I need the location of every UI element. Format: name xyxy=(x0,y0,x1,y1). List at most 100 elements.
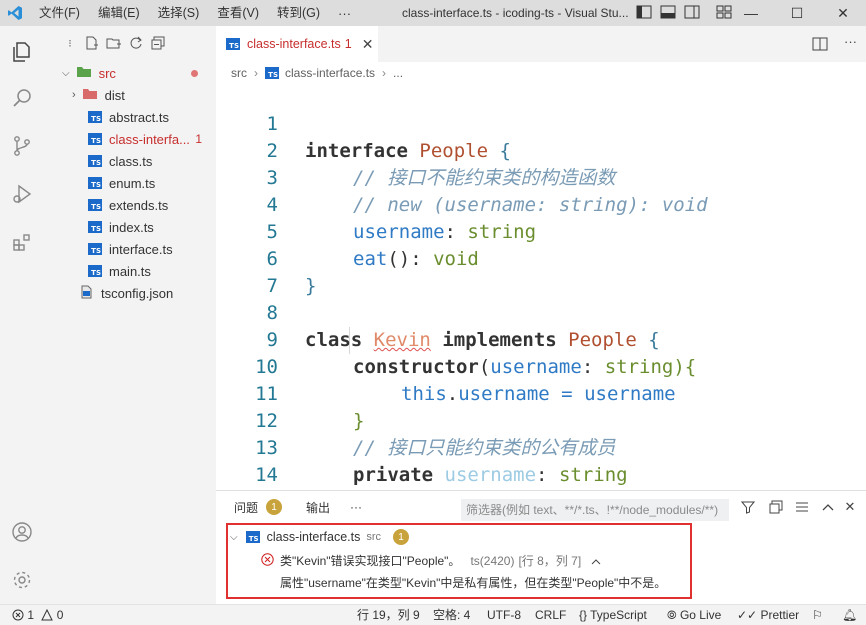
typescript-file-icon: TS xyxy=(88,111,102,123)
tree-label: src xyxy=(98,65,116,81)
menu-view[interactable]: 查看(V) xyxy=(208,0,268,26)
braces-icon: {} xyxy=(579,608,588,622)
maximize-button[interactable]: ☐ xyxy=(774,0,820,26)
extensions-icon[interactable] xyxy=(0,220,44,264)
code-line: 4 username: string xyxy=(216,165,866,243)
code-line: 14 eat() {} xyxy=(216,435,866,486)
code-line: 12 // 接口只能约束类的公有成员 xyxy=(216,381,866,459)
typescript-file-icon: TS xyxy=(88,133,102,145)
view-as-list-icon[interactable] xyxy=(794,499,810,515)
tree-label: main.ts xyxy=(109,263,151,279)
maximize-panel-icon[interactable] xyxy=(820,499,836,515)
search-icon[interactable] xyxy=(0,76,44,120)
source-control-icon[interactable] xyxy=(0,124,44,168)
breadcrumb-symbol[interactable]: ... xyxy=(393,66,403,80)
notifications-bell-icon[interactable]: 🔔︎ xyxy=(842,605,857,625)
code-line: 9 constructor(username: string){ xyxy=(216,300,866,378)
tab-class-interface[interactable]: TS class-interface.ts 1 ✕ xyxy=(216,26,378,62)
tree-label: enum.ts xyxy=(109,175,156,191)
tab-problems[interactable]: 问题 1 xyxy=(224,499,292,516)
new-file-icon[interactable] xyxy=(84,35,100,51)
feedback-icon[interactable]: ⚐ xyxy=(812,605,823,625)
typescript-file-icon: TS xyxy=(88,265,102,277)
menu-bar: 文件(F) 编辑(E) 选择(S) 查看(V) 转到(G) ··· xyxy=(30,0,360,26)
menu-edit[interactable]: 编辑(E) xyxy=(89,0,149,26)
menu-more-icon[interactable]: ··· xyxy=(329,6,360,21)
tree-file[interactable]: TS main.ts xyxy=(44,260,216,282)
end-of-line[interactable]: CRLF xyxy=(535,605,566,625)
refresh-icon[interactable] xyxy=(128,35,144,51)
code-line: 15 } xyxy=(216,462,866,489)
explorer-sidebar: ⁝ ⌵ src › dist TS abstract.ts TS class-i… xyxy=(44,26,216,604)
tree-file[interactable]: TS interface.ts xyxy=(44,238,216,260)
prettier-status[interactable]: ✓✓ Prettier xyxy=(737,605,799,625)
tree-file[interactable]: TS enum.ts xyxy=(44,172,216,194)
typescript-file-icon: TS xyxy=(245,531,260,543)
error-count: 1 xyxy=(195,132,202,146)
tree-file[interactable]: tsconfig.json xyxy=(44,282,216,304)
file-problem-count: 1 xyxy=(393,529,410,545)
code-line: 1 interface People { xyxy=(216,84,866,162)
tab-output[interactable]: 输出 xyxy=(296,499,340,516)
more-actions-icon[interactable]: ··· xyxy=(844,34,857,49)
tab-label: class-interface.ts xyxy=(247,37,341,51)
collapse-all-icon[interactable] xyxy=(150,35,166,51)
error-circle-icon xyxy=(261,552,274,569)
problem-file-row[interactable]: ⌵ TS class-interface.ts src 1 xyxy=(230,529,410,545)
collapse-all-icon[interactable] xyxy=(768,499,784,515)
problems-list-highlight: ⌵ TS class-interface.ts src 1 类"Kevin"错误… xyxy=(226,523,692,599)
breadcrumb-src[interactable]: src xyxy=(231,66,247,80)
go-live-button[interactable]: ⦾ Go Live xyxy=(667,605,721,625)
run-debug-icon[interactable] xyxy=(0,172,44,216)
language-mode[interactable]: {} TypeScript xyxy=(579,605,647,625)
problem-file-name: class-interface.ts xyxy=(266,530,361,544)
more-tabs-icon[interactable]: ··· xyxy=(340,500,372,514)
error-detail: 属性"username"在类型"Kevin"中是私有属性，但在类型"People… xyxy=(280,576,667,590)
indentation[interactable]: 空格: 4 xyxy=(433,605,470,625)
tree-file[interactable]: TS index.ts xyxy=(44,216,216,238)
bottom-panel: 问题 1 输出 ··· 筛选器(例如 text、**/*.ts、!**/node… xyxy=(216,490,866,604)
minimize-button[interactable]: — xyxy=(728,0,774,26)
close-tab-icon[interactable]: ✕ xyxy=(362,36,374,53)
tree-file-active[interactable]: TS class-interfa... 1 xyxy=(44,128,216,150)
code-line: 3 // new (username: string): void xyxy=(216,138,866,216)
code-editor[interactable]: 1 interface People { 2 // 接口不能约束类的构造函数 3… xyxy=(216,84,866,490)
tree-file[interactable]: TS abstract.ts xyxy=(44,106,216,128)
close-window-button[interactable]: ✕ xyxy=(820,0,866,26)
toggle-sidebar-icon[interactable] xyxy=(636,5,652,19)
code-line: 11 } xyxy=(216,354,866,432)
problems-filter-input[interactable]: 筛选器(例如 text、**/*.ts、!**/node_modules/**) xyxy=(461,499,729,521)
settings-gear-icon[interactable] xyxy=(0,558,44,602)
menu-selection[interactable]: 选择(S) xyxy=(149,0,209,26)
chevron-up-icon[interactable] xyxy=(591,554,601,568)
code-line: 2 // 接口不能约束类的构造函数 xyxy=(216,111,866,189)
explorer-icon[interactable] xyxy=(0,30,44,74)
layout-controls xyxy=(636,5,732,19)
encoding[interactable]: UTF-8 xyxy=(487,605,521,625)
tree-folder-dist[interactable]: › dist xyxy=(44,84,216,106)
collapse-chevron-icon[interactable]: ⁝ xyxy=(62,35,78,51)
toggle-secondary-sidebar-icon[interactable] xyxy=(684,5,700,19)
warning-count: 0 xyxy=(56,608,64,622)
tree-folder-src[interactable]: ⌵ src xyxy=(44,62,216,84)
typescript-file-icon: TS xyxy=(226,38,240,50)
toggle-panel-icon[interactable] xyxy=(660,5,676,19)
filter-funnel-icon[interactable] xyxy=(740,499,756,515)
explorer-toolbar: ⁝ xyxy=(44,26,216,60)
chevron-right-icon: › xyxy=(382,66,387,80)
breadcrumb-file[interactable]: class-interface.ts xyxy=(285,66,375,80)
menu-go[interactable]: 转到(G) xyxy=(268,0,329,26)
split-editor-icon[interactable] xyxy=(812,36,828,55)
problems-status[interactable]: 1 0 xyxy=(12,605,63,625)
cursor-position[interactable]: 行 19，列 9 xyxy=(357,605,420,625)
chevron-down-icon: ⌵ xyxy=(230,531,238,543)
tree-file[interactable]: TS extends.ts xyxy=(44,194,216,216)
problem-detail-row: 属性"username"在类型"Kevin"中是私有属性，但在类型"People… xyxy=(280,574,666,591)
menu-file[interactable]: 文件(F) xyxy=(30,0,89,26)
tree-file[interactable]: TS class.ts xyxy=(44,150,216,172)
window-title: class-interface.ts - icoding-ts - Visual… xyxy=(402,6,629,20)
account-icon[interactable] xyxy=(0,510,44,554)
problem-error-row[interactable]: 类"Kevin"错误实现接口"People"。 ts(2420) [行 8，列 … xyxy=(261,552,601,569)
new-folder-icon[interactable] xyxy=(106,35,122,51)
close-panel-icon[interactable]: ✕ xyxy=(842,499,858,515)
